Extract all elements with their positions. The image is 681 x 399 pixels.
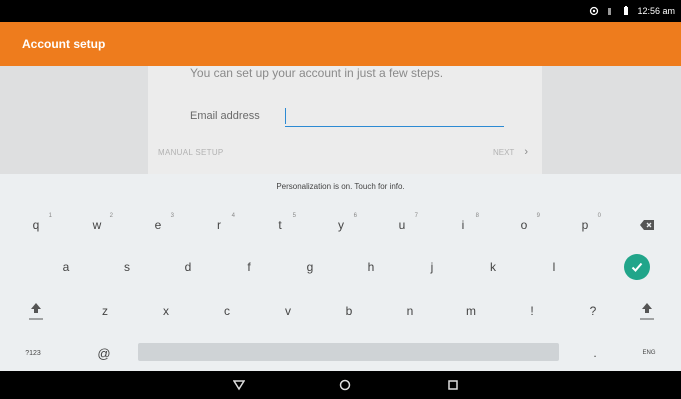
email-label: Email address	[190, 110, 260, 122]
battery-icon	[624, 6, 629, 15]
recents-icon	[448, 380, 458, 390]
key-w[interactable]: w2	[67, 207, 127, 243]
key-t[interactable]: t5	[250, 207, 310, 243]
key-l[interactable]: l	[524, 249, 584, 285]
back-icon	[233, 380, 245, 391]
key-m[interactable]: m	[441, 293, 501, 329]
key-c[interactable]: c	[197, 293, 257, 329]
sync-icon	[590, 6, 599, 16]
navigation-bar	[0, 371, 681, 399]
key-u[interactable]: u7	[372, 207, 432, 243]
home-button[interactable]	[336, 376, 354, 394]
key-f[interactable]: f	[219, 249, 279, 285]
key-b[interactable]: b	[319, 293, 379, 329]
text-cursor	[285, 108, 286, 124]
key-y[interactable]: y6	[311, 207, 371, 243]
key-period[interactable]: .	[565, 335, 625, 371]
recents-button[interactable]	[444, 376, 462, 394]
manual-setup-button[interactable]: MANUAL SETUP	[158, 148, 224, 157]
key-o[interactable]: o9	[494, 207, 554, 243]
key-s[interactable]: s	[97, 249, 157, 285]
key-g[interactable]: g	[280, 249, 340, 285]
suggestion-strip[interactable]: Personalization is on. Touch for info.	[0, 174, 681, 200]
backspace-icon	[640, 220, 654, 230]
shift-key-right[interactable]	[617, 293, 677, 329]
shift-key-left[interactable]	[6, 293, 66, 329]
personalization-notice: Personalization is on. Touch for info.	[276, 182, 405, 191]
checkmark-icon	[631, 262, 643, 272]
next-button[interactable]: NEXT ›	[493, 146, 528, 158]
key-q[interactable]: q1	[6, 207, 66, 243]
signal-icon	[608, 8, 612, 15]
key-n[interactable]: n	[380, 293, 440, 329]
key-exclamation[interactable]: !	[502, 293, 562, 329]
content-area: You can set up your account in just a fe…	[0, 66, 681, 174]
key-z[interactable]: z	[75, 293, 135, 329]
key-k[interactable]: k	[463, 249, 523, 285]
key-v[interactable]: v	[258, 293, 318, 329]
email-field[interactable]	[285, 106, 504, 127]
language-key[interactable]: ENG	[624, 335, 674, 371]
shift-icon	[640, 303, 654, 320]
setup-card: You can set up your account in just a fe…	[148, 66, 542, 174]
status-time: 12:56 am	[637, 6, 675, 16]
key-i[interactable]: i8	[433, 207, 493, 243]
keyboard: q1 w2 e3 r4 t5 y6 u7 i8 o9 p0 a s d f g …	[0, 200, 681, 371]
key-d[interactable]: d	[158, 249, 218, 285]
key-x[interactable]: x	[136, 293, 196, 329]
key-e[interactable]: e3	[128, 207, 188, 243]
status-bar: 12:56 am	[0, 0, 681, 22]
chevron-right-icon: ›	[524, 146, 528, 158]
enter-key[interactable]	[624, 254, 650, 280]
page-title: Account setup	[22, 37, 106, 51]
symbols-key[interactable]: ?123	[8, 335, 58, 371]
shift-icon	[29, 303, 43, 320]
key-p[interactable]: p0	[555, 207, 615, 243]
home-icon	[339, 379, 351, 391]
back-button[interactable]	[230, 376, 248, 394]
key-r[interactable]: r4	[189, 207, 249, 243]
key-j[interactable]: j	[402, 249, 462, 285]
backspace-key[interactable]	[617, 207, 677, 243]
key-a[interactable]: a	[36, 249, 96, 285]
next-label: NEXT	[492, 147, 515, 157]
app-bar: Account setup	[0, 22, 681, 66]
key-question[interactable]: ?	[563, 293, 623, 329]
intro-text: You can set up your account in just a fe…	[190, 66, 444, 80]
key-at[interactable]: @	[74, 335, 134, 371]
space-bar[interactable]	[138, 343, 559, 361]
status-icons: 12:56 am	[589, 4, 675, 18]
key-h[interactable]: h	[341, 249, 401, 285]
